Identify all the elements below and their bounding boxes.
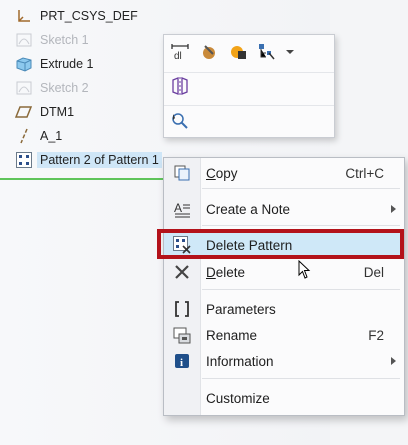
context-menu: Copy Ctrl+C A Create a Note Delete Patte…: [163, 157, 405, 416]
svg-text:A: A: [174, 201, 182, 215]
csys-icon: [14, 7, 34, 25]
dimension-icon[interactable]: dl: [167, 40, 193, 64]
mouse-cursor-icon: [298, 259, 312, 283]
sketch-icon: [14, 31, 34, 49]
menu-item-rename[interactable]: Rename F2: [164, 323, 404, 347]
highlight-frame: [157, 229, 404, 259]
tree-item-label: DTM1: [40, 105, 75, 119]
tree-item-dtm1[interactable]: DTM1: [14, 102, 74, 122]
tree-item-csys[interactable]: PRT_CSYS_DEF: [14, 6, 138, 26]
display-style-icon[interactable]: [225, 40, 251, 64]
menu-shortcut: F2: [368, 327, 384, 343]
menu-item-label: Parameters: [206, 301, 276, 317]
menu-shortcut: Ctrl+C: [345, 165, 384, 181]
menu-item-label: Copy: [206, 165, 238, 181]
mini-toolbar: dl: [163, 34, 335, 138]
tree-item-label: Sketch 1: [40, 33, 89, 47]
tree-item-extrude-1[interactable]: Extrude 1: [14, 54, 94, 74]
tree-item-label: Extrude 1: [40, 57, 94, 71]
menu-item-label: Delete: [206, 264, 246, 280]
tree-item-sketch-2[interactable]: Sketch 2: [14, 78, 89, 98]
tree-item-label: Sketch 2: [40, 81, 89, 95]
mirror-icon[interactable]: [167, 74, 193, 98]
submenu-arrow-icon: [391, 357, 396, 365]
menu-item-copy[interactable]: Copy Ctrl+C: [164, 161, 404, 185]
parameters-icon: [164, 300, 200, 318]
menu-item-create-note[interactable]: A Create a Note: [164, 197, 404, 221]
menu-item-parameters[interactable]: Parameters: [164, 297, 404, 321]
tree-item-label: Pattern 2 of Pattern 1: [37, 152, 162, 168]
menu-item-label: Information: [206, 353, 274, 369]
information-icon: i: [164, 353, 200, 369]
delete-icon: [164, 263, 200, 281]
sketch-icon: [14, 79, 34, 97]
tree-item-a1[interactable]: A_1: [14, 126, 62, 146]
tree-item-sketch-1[interactable]: Sketch 1: [14, 30, 89, 50]
zoom-select-icon[interactable]: [167, 109, 193, 133]
menu-shortcut: Del: [363, 264, 384, 280]
menu-item-information[interactable]: i Information: [164, 349, 404, 373]
pattern-icon: [14, 151, 34, 169]
rename-icon: [164, 326, 200, 344]
extrude-icon: [14, 55, 34, 73]
datum-plane-icon: [14, 103, 34, 121]
tree-item-label: PRT_CSYS_DEF: [40, 9, 138, 23]
menu-item-customize[interactable]: Customize: [164, 386, 404, 410]
menu-item-label: Rename: [206, 327, 258, 343]
menu-item-label: Customize: [206, 390, 270, 406]
tree-item-pattern[interactable]: Pattern 2 of Pattern 1: [14, 150, 162, 170]
submenu-arrow-icon: [391, 205, 396, 213]
insert-indicator: [0, 178, 168, 180]
component-tree-icon[interactable]: [254, 40, 280, 64]
copy-icon: [164, 164, 200, 182]
menu-item-label: Create a Note: [206, 201, 291, 217]
svg-text:i: i: [180, 357, 183, 369]
tree-item-label: A_1: [40, 129, 63, 143]
axis-icon: [14, 127, 34, 145]
note-icon: A: [164, 200, 200, 218]
menu-item-delete[interactable]: Delete Del: [164, 260, 404, 284]
dropdown-arrow-icon[interactable]: [283, 40, 297, 64]
appearance-icon[interactable]: [196, 40, 222, 64]
svg-text:dl: dl: [174, 51, 182, 61]
